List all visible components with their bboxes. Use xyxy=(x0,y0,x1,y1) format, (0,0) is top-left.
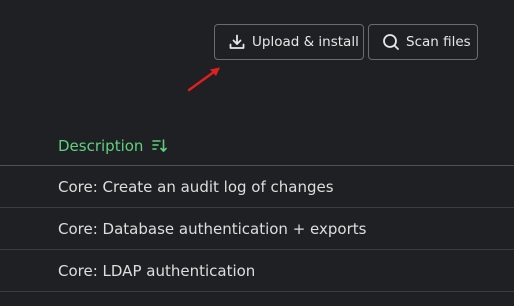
sort-icon[interactable] xyxy=(152,139,168,153)
row-description: Core: LDAP authentication xyxy=(58,262,256,280)
row-description: Core: Create an audit log of changes xyxy=(58,178,334,196)
annotation-arrow-icon xyxy=(187,67,220,92)
table-header-row: Description xyxy=(0,128,514,166)
download-icon xyxy=(228,33,246,51)
scan-files-label: Scan files xyxy=(406,34,471,50)
scan-files-button[interactable]: Scan files xyxy=(368,24,478,60)
description-column-header[interactable]: Description xyxy=(58,137,168,155)
upload-install-button[interactable]: Upload & install xyxy=(214,24,364,60)
upload-install-label: Upload & install xyxy=(252,34,359,50)
row-description: Core: Database authentication + exports xyxy=(58,220,367,238)
table-row[interactable]: Core: LDAP authentication xyxy=(0,250,514,292)
description-header-label: Description xyxy=(58,137,144,155)
search-icon xyxy=(382,33,400,51)
table-row[interactable]: Core: Database authentication + exports xyxy=(0,208,514,250)
table-row[interactable]: Core: Create an audit log of changes xyxy=(0,166,514,208)
